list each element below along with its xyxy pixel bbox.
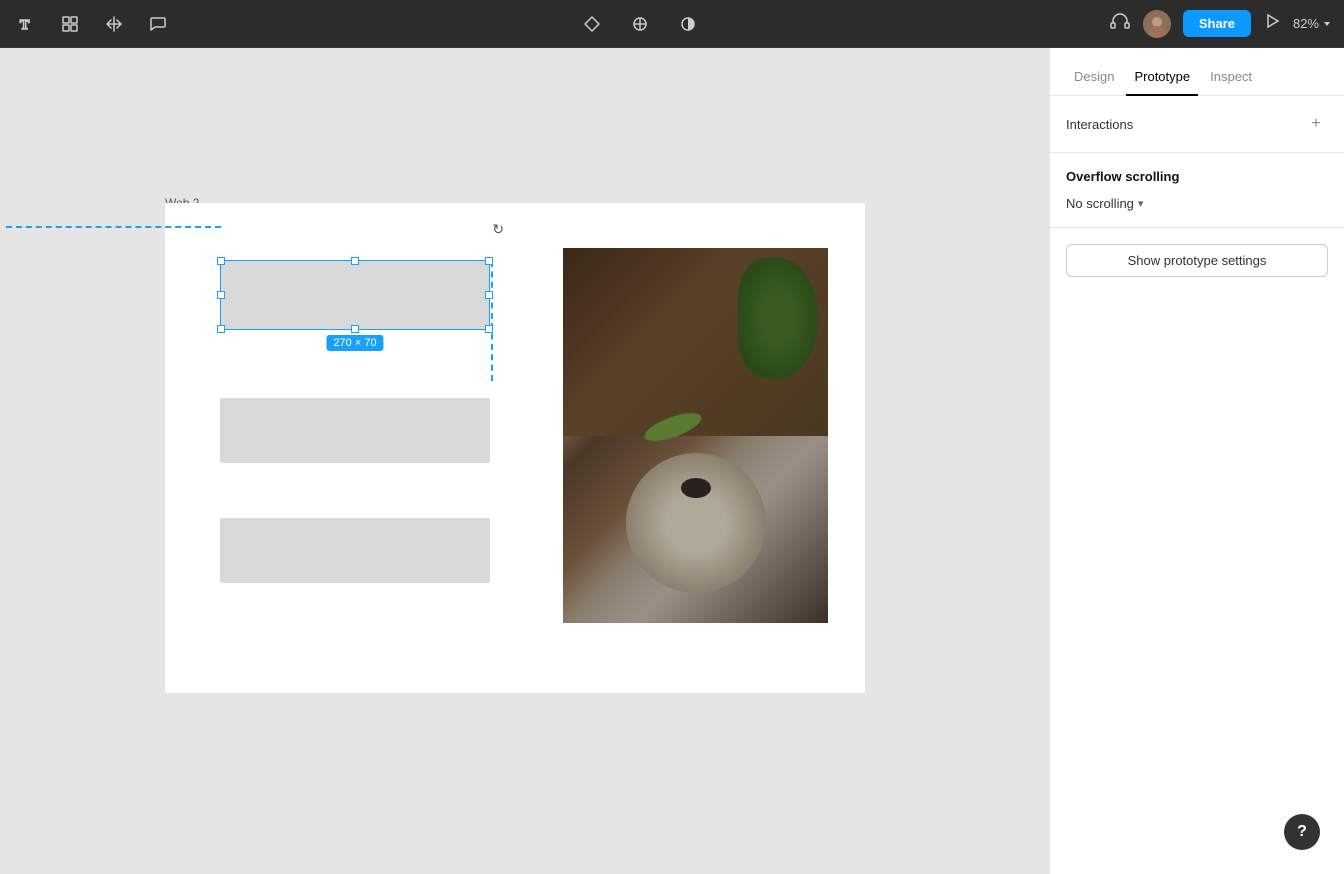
interactions-section: Interactions + <box>1050 96 1344 153</box>
contrast-tool[interactable] <box>674 10 702 38</box>
selected-element[interactable]: ↻ 270 × 70 <box>220 260 490 330</box>
zoom-indicator[interactable]: 82% <box>1293 16 1332 31</box>
toolbar-center <box>172 10 1109 38</box>
interactions-header: Interactions + <box>1066 112 1328 136</box>
handle-top-middle[interactable] <box>351 257 359 265</box>
placeholder-rect-3 <box>220 518 490 583</box>
tab-inspect[interactable]: Inspect <box>1202 59 1260 96</box>
handle-top-left[interactable] <box>217 257 225 265</box>
tab-design[interactable]: Design <box>1066 59 1122 96</box>
canvas[interactable]: Web 2 ↻ 270 × 70 <box>0 48 1049 874</box>
avatar[interactable] <box>1143 10 1171 38</box>
tab-prototype[interactable]: Prototype <box>1126 59 1198 96</box>
text-tool[interactable]: T <box>12 10 40 38</box>
move-tool[interactable] <box>100 10 128 38</box>
frame-tool[interactable] <box>56 10 84 38</box>
component-tool[interactable] <box>578 10 606 38</box>
handle-middle-right[interactable] <box>485 291 493 299</box>
dimension-badge: 270 × 70 <box>326 335 383 351</box>
overflow-scrolling-title: Overflow scrolling <box>1066 169 1328 184</box>
svg-text:T: T <box>20 18 30 33</box>
dashed-line-horizontal <box>6 226 221 228</box>
handle-top-right[interactable] <box>485 257 493 265</box>
koala-inner <box>563 248 828 623</box>
koala-face <box>626 453 766 593</box>
show-prototype-settings-button[interactable]: Show prototype settings <box>1066 244 1328 277</box>
comment-tool[interactable] <box>144 10 172 38</box>
main-content: Web 2 ↻ 270 × 70 <box>0 48 1344 874</box>
interactions-title: Interactions <box>1066 117 1133 132</box>
rotate-cursor: ↻ <box>492 221 504 238</box>
toolbar-right: Share 82% <box>1109 10 1332 38</box>
right-panel: Design Prototype Inspect Interactions + … <box>1049 48 1344 874</box>
headphone-icon[interactable] <box>1109 10 1131 37</box>
koala-nose <box>681 478 711 498</box>
topbar: T <box>0 0 1344 48</box>
help-button[interactable]: ? <box>1284 814 1320 850</box>
share-button[interactable]: Share <box>1183 10 1251 37</box>
dashed-line-vertical <box>491 261 493 381</box>
koala-image <box>563 248 828 623</box>
handle-bottom-middle[interactable] <box>351 325 359 333</box>
add-interaction-button[interactable]: + <box>1304 112 1328 136</box>
toolbar-left: T <box>12 10 172 38</box>
dropdown-arrow: ▾ <box>1138 197 1144 210</box>
overflow-scrolling-section: Overflow scrolling No scrolling ▾ <box>1050 153 1344 228</box>
handle-middle-left[interactable] <box>217 291 225 299</box>
mask-tool[interactable] <box>626 10 654 38</box>
play-button[interactable] <box>1263 12 1281 35</box>
frame: ↻ 270 × 70 <box>165 203 865 693</box>
handle-bottom-right[interactable] <box>485 325 493 333</box>
placeholder-rect-2 <box>220 398 490 463</box>
scrolling-dropdown[interactable]: No scrolling ▾ <box>1066 196 1328 211</box>
scrolling-value: No scrolling <box>1066 196 1134 211</box>
foliage <box>738 258 818 378</box>
panel-tabs: Design Prototype Inspect <box>1050 48 1344 96</box>
handle-bottom-left[interactable] <box>217 325 225 333</box>
